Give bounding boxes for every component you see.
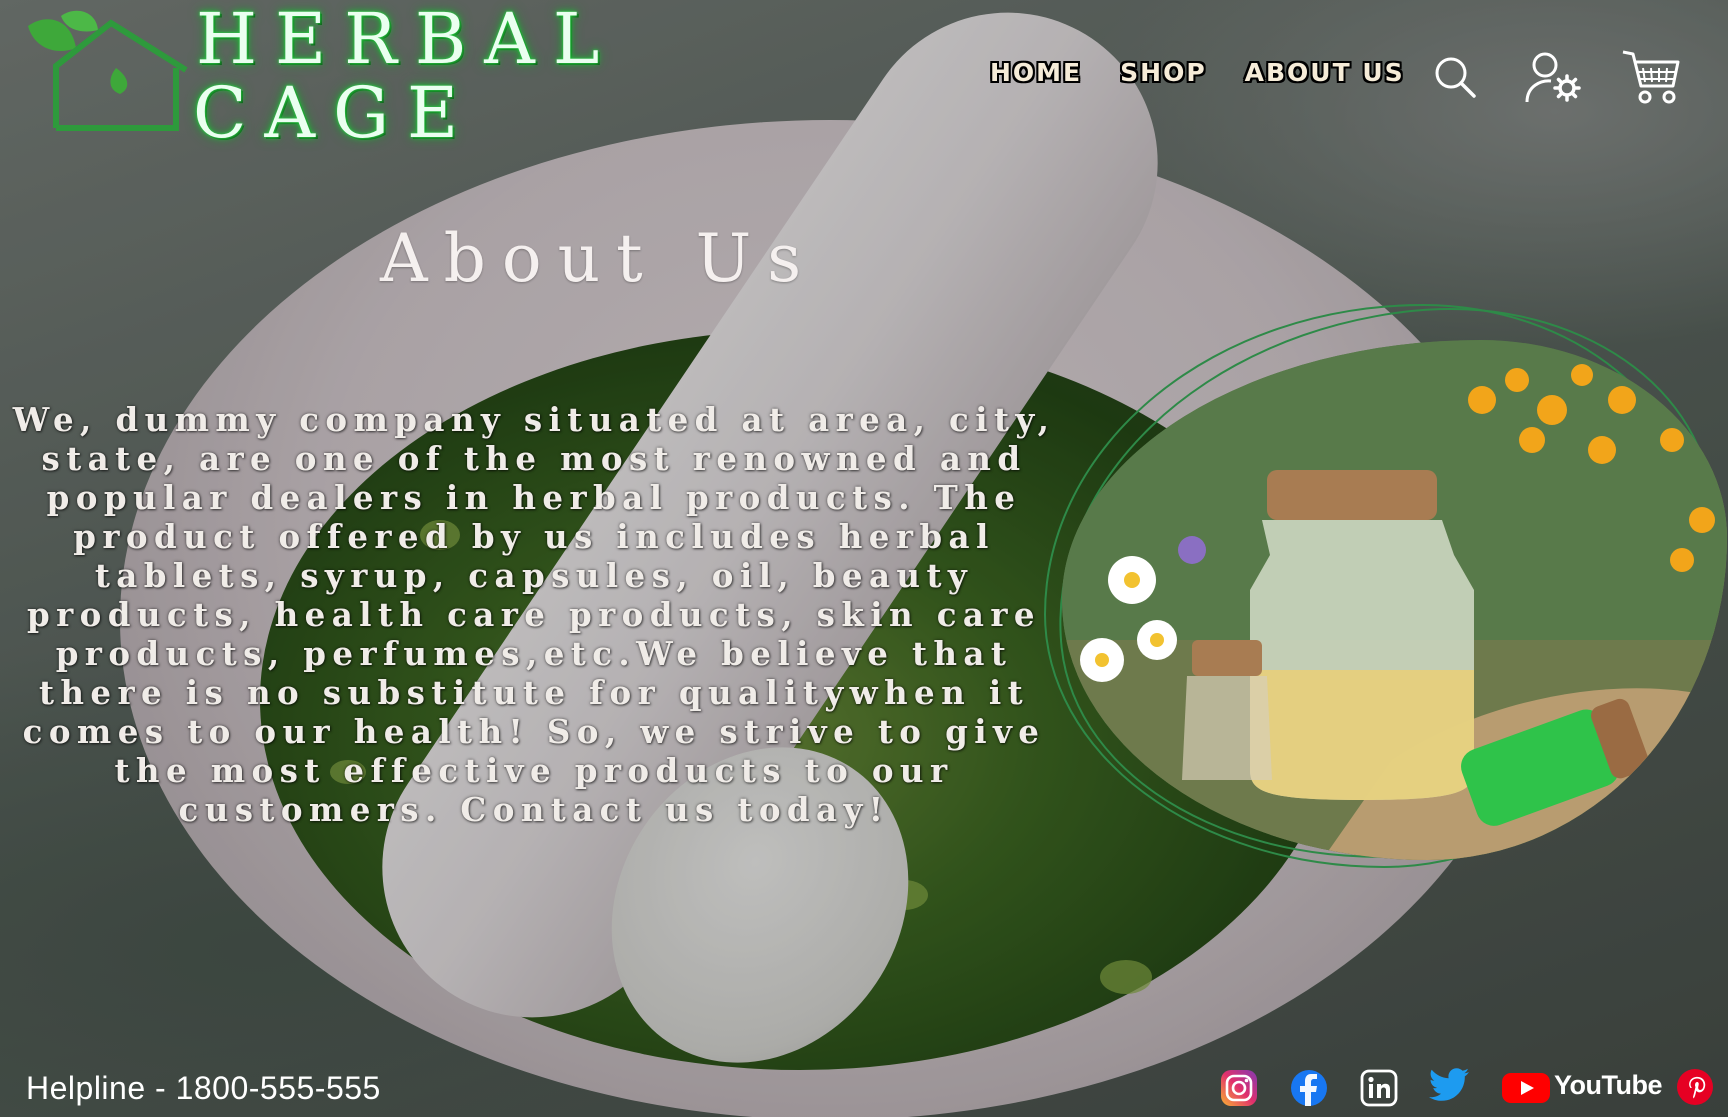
facebook-icon[interactable] (1290, 1069, 1328, 1111)
main-nav: HOME SHOP ABOUT US (990, 58, 1405, 87)
youtube-icon[interactable] (1502, 1073, 1550, 1107)
helpline: Helpline - 1800-555-555 (26, 1070, 381, 1106)
cart-icon[interactable] (1621, 48, 1681, 106)
nav-about[interactable]: ABOUT US (1245, 58, 1405, 87)
page-title: About Us (380, 220, 818, 297)
nav-home[interactable]: HOME (990, 58, 1082, 87)
youtube-label[interactable]: YouTube (1554, 1070, 1662, 1101)
nav-shop[interactable]: SHOP (1120, 58, 1207, 87)
product-image (1029, 280, 1728, 900)
user-settings-icon[interactable] (1523, 50, 1583, 106)
brand-line-1: HERBAL (196, 0, 618, 80)
about-description: We, dummy company situated at area, city… (12, 400, 1056, 829)
brand-line-2: CAGE (193, 72, 477, 154)
brand-logo[interactable]: HERBAL CAGE (8, 0, 599, 154)
search-icon[interactable] (1433, 55, 1477, 99)
instagram-icon[interactable] (1220, 1069, 1258, 1111)
house-leaf-icon (28, 10, 188, 131)
pinterest-icon[interactable] (1676, 1068, 1714, 1110)
linkedin-icon[interactable] (1360, 1069, 1398, 1111)
twitter-icon[interactable] (1428, 1068, 1470, 1108)
